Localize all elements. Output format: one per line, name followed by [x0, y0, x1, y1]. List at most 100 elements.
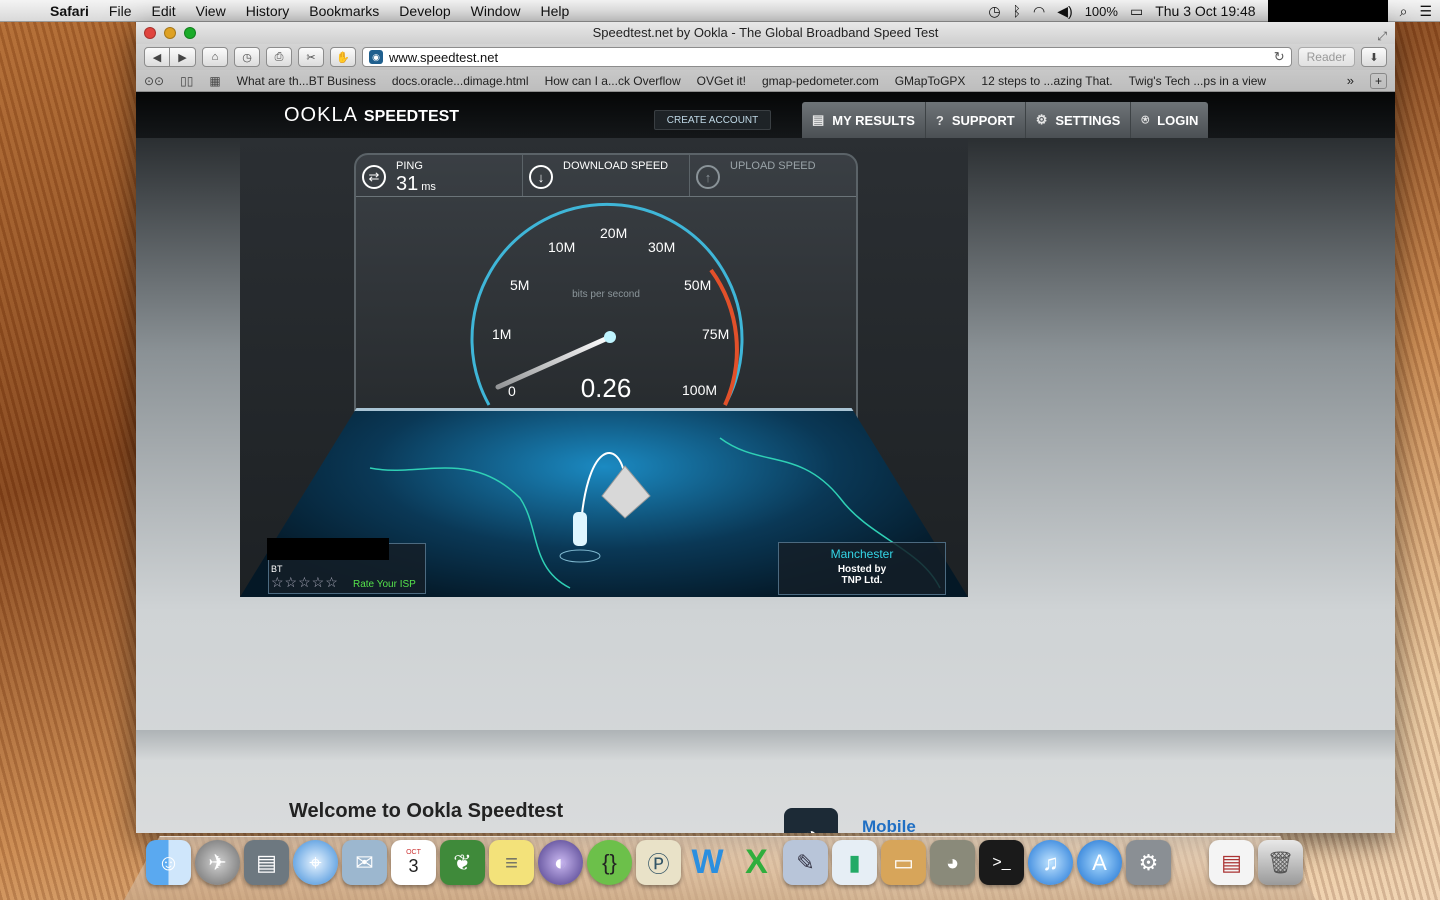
menu-clock[interactable]: Thu 3 Oct 19:48	[1155, 3, 1255, 19]
bookmark-item[interactable]: 12 steps to ...azing That.	[981, 74, 1112, 88]
fullscreen-icon[interactable]: ⤢	[1377, 25, 1387, 47]
launchpad-icon[interactable]: ✈	[195, 840, 240, 885]
results-folder-icon: ▤	[812, 112, 825, 127]
menu-view[interactable]: View	[186, 3, 236, 19]
bookmark-item[interactable]: How can I a...ck Overflow	[545, 74, 681, 88]
rating-stars[interactable]: ☆☆☆☆☆	[271, 574, 339, 591]
document-stack-icon[interactable]: ▤	[1209, 840, 1254, 885]
menu-file[interactable]: File	[99, 3, 142, 19]
word-icon[interactable]: W	[685, 840, 730, 885]
print-button[interactable]: ⎙	[266, 47, 292, 67]
more-bookmarks-chevron-icon[interactable]: »	[1347, 73, 1354, 88]
menu-edit[interactable]: Edit	[141, 3, 185, 19]
menu-help[interactable]: Help	[530, 3, 579, 19]
site-header: OOKLA SPEEDTEST CREATE ACCOUNT ▤ MY RESUL…	[136, 92, 1395, 138]
home-button[interactable]: ⌂	[202, 47, 228, 67]
bookmarks-bar: ⊙⊙ ▯▯ ▦ What are th...BT Business docs.o…	[136, 70, 1395, 92]
safari-icon[interactable]: ⌖	[293, 840, 338, 885]
bookmarks-book-icon[interactable]: ▯▯	[180, 74, 193, 88]
excel-icon[interactable]: X	[734, 840, 779, 885]
back-button[interactable]: ◀	[144, 47, 170, 67]
site-favicon-icon: ◉	[369, 50, 383, 64]
bookmark-item[interactable]: gmap-pedometer.com	[762, 74, 879, 88]
script-editor-icon[interactable]: ✎	[783, 840, 828, 885]
web-clip-button[interactable]: ✂	[298, 47, 324, 67]
person-icon: ⍟	[1141, 112, 1150, 127]
nav-label: SETTINGS	[1055, 112, 1121, 128]
tick-5m: 5M	[510, 277, 529, 293]
itunes-icon[interactable]: ♫	[1028, 840, 1073, 885]
ping-value: 31	[396, 173, 419, 195]
mobile-link[interactable]: Mobile	[862, 817, 916, 833]
create-account-button[interactable]: CREATE ACCOUNT	[654, 110, 771, 130]
volume-icon[interactable]: ◀)	[1057, 3, 1072, 20]
time-machine-icon[interactable]: ◷	[988, 3, 1000, 20]
reload-icon[interactable]: ↻	[1274, 49, 1285, 65]
python-icon[interactable]: Ⓟ	[636, 840, 681, 885]
nav-login[interactable]: ⍟ LOGIN	[1131, 102, 1208, 138]
reading-list-icon[interactable]: ⊙⊙	[144, 74, 164, 88]
address-bar[interactable]: ◉ www.speedtest.net ↻	[362, 47, 1292, 67]
redacted-ip	[267, 538, 389, 560]
nav-support[interactable]: ? SUPPORT	[926, 102, 1026, 138]
bookmark-item[interactable]: OVGet it!	[697, 74, 746, 88]
safari-window: Speedtest.net by Ookla - The Global Broa…	[136, 22, 1395, 833]
new-tab-plus-icon[interactable]: +	[1369, 72, 1387, 89]
browser-toolbar: ◀ ▶ ⌂ ◷ ⎙ ✂ ✋ ◉ www.speedtest.net ↻ Read…	[136, 44, 1395, 70]
ping-label: PING	[396, 160, 423, 172]
calendar-icon[interactable]: OCT 3	[391, 840, 436, 885]
forward-button[interactable]: ▶	[170, 47, 196, 67]
evernote-icon[interactable]: ❦	[440, 840, 485, 885]
keynote-icon[interactable]: ▭	[881, 840, 926, 885]
bookmark-item[interactable]: What are th...BT Business	[237, 74, 376, 88]
eclipse-icon[interactable]: ◐	[538, 840, 583, 885]
battery-icon[interactable]: ▭	[1130, 3, 1143, 20]
trash-icon[interactable]: 🗑	[1258, 840, 1303, 885]
nav-my-results[interactable]: ▤ MY RESULTS	[802, 102, 926, 138]
app-store-icon[interactable]: A	[1077, 840, 1122, 885]
stickies-icon[interactable]: ≡	[489, 840, 534, 885]
menu-bookmarks[interactable]: Bookmarks	[299, 3, 389, 19]
notification-center-icon[interactable]: ☰	[1419, 3, 1432, 20]
bookmark-item[interactable]: Twig's Tech ...ps in a view	[1129, 74, 1266, 88]
metric-tabs: ⇄ PING 31 ms ↓ DOWNLOAD SPEED ↑ UPLOAD SP…	[356, 155, 856, 197]
menu-develop[interactable]: Develop	[389, 3, 460, 19]
extension-button[interactable]: ✋	[330, 47, 356, 67]
menu-window[interactable]: Window	[461, 3, 531, 19]
server-panel[interactable]: Manchester Hosted by TNP Ltd.	[778, 542, 946, 595]
user-ring	[559, 549, 601, 563]
reader-button[interactable]: Reader	[1297, 47, 1355, 67]
ookla-speedtest-logo[interactable]: OOKLA SPEEDTEST	[284, 104, 459, 127]
spotlight-icon[interactable]: ⌕	[1400, 3, 1408, 20]
finder-icon[interactable]: ☺	[146, 840, 191, 885]
mobile-speedometer-icon[interactable]: ◔	[784, 808, 838, 833]
bookmark-item[interactable]: docs.oracle...dimage.html	[392, 74, 529, 88]
nav-label: SUPPORT	[951, 112, 1015, 128]
nav-settings[interactable]: ⚙ SETTINGS	[1026, 102, 1132, 138]
bookmark-item[interactable]: GMapToGPX	[895, 74, 966, 88]
bluetooth-icon[interactable]: ᛒ	[1013, 3, 1021, 19]
gimp-icon[interactable]: ◕	[930, 840, 975, 885]
menu-history[interactable]: History	[236, 3, 300, 19]
numbers-icon[interactable]: ▮	[832, 840, 877, 885]
minimize-window-button[interactable]	[164, 27, 176, 39]
brackets-icon[interactable]: {}	[587, 840, 632, 885]
url-text[interactable]: www.speedtest.net	[389, 50, 1268, 65]
rate-isp-link[interactable]: Rate Your ISP	[353, 579, 416, 590]
downloads-button[interactable]: ⬇	[1361, 47, 1387, 67]
mail-stamp-icon[interactable]: ✉	[342, 840, 387, 885]
printer-icon: ⎙	[274, 50, 284, 63]
dashboard-icon[interactable]: ▤	[244, 840, 289, 885]
close-window-button[interactable]	[144, 27, 156, 39]
zoom-window-button[interactable]	[184, 27, 196, 39]
system-preferences-icon[interactable]: ⚙	[1126, 840, 1171, 885]
history-button[interactable]: ◷	[234, 47, 260, 67]
download-label: DOWNLOAD SPEED	[563, 160, 669, 172]
menu-app-name[interactable]: Safari	[40, 3, 99, 19]
wifi-icon[interactable]: ◠	[1033, 3, 1045, 20]
download-icon: ⬇	[1369, 51, 1379, 64]
upload-tab: ↑ UPLOAD SPEED	[690, 155, 856, 196]
terminal-icon[interactable]: >_	[979, 840, 1024, 885]
back-arrow-icon: ◀	[152, 51, 162, 64]
top-sites-grid-icon[interactable]: ▦	[209, 74, 220, 88]
